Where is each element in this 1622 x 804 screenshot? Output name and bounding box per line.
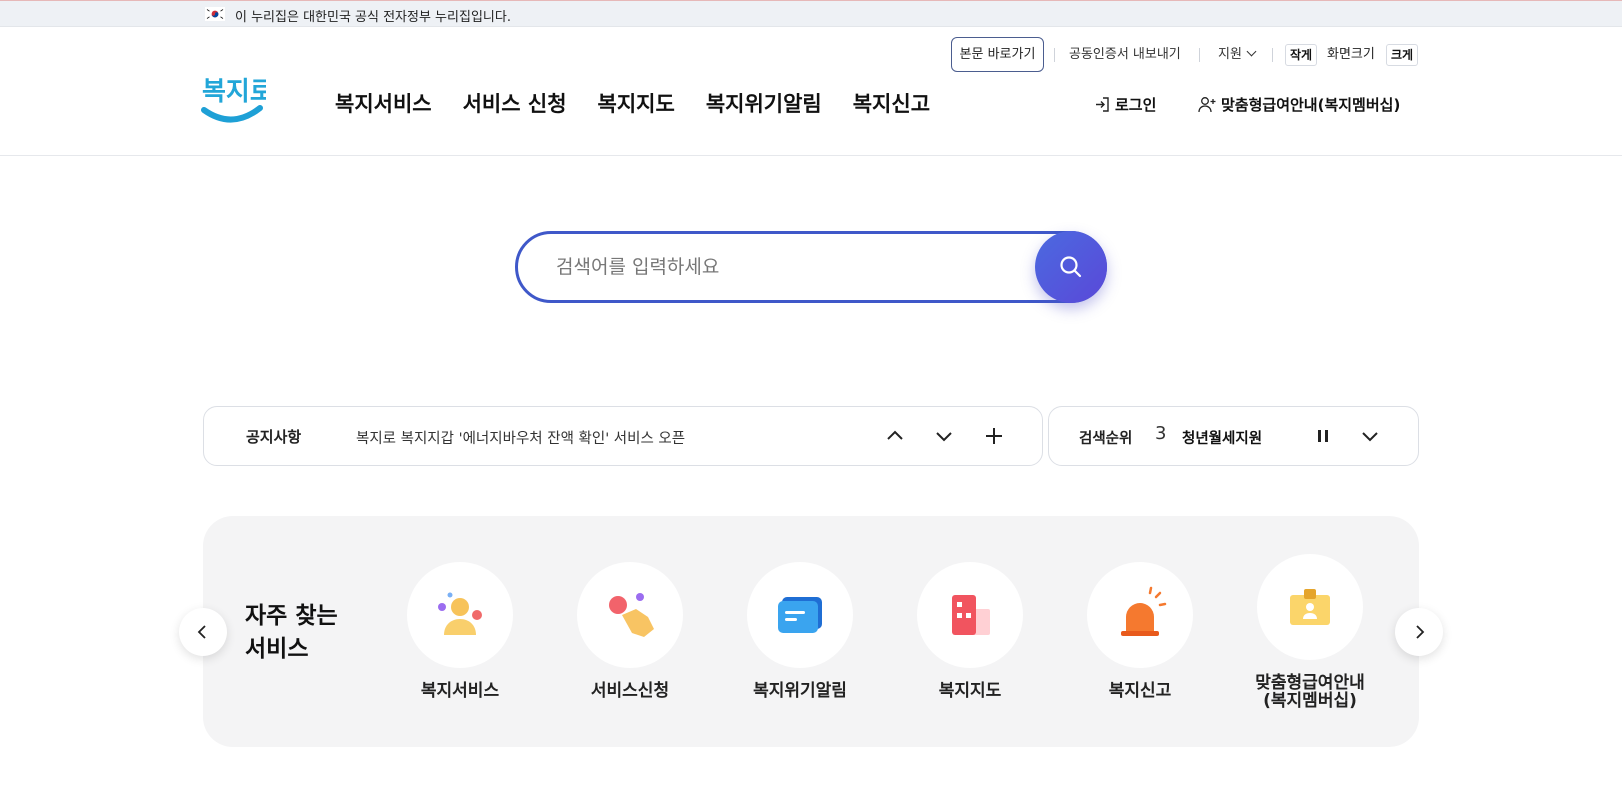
carousel-prev-button[interactable]	[179, 608, 227, 656]
favorite-icon-circle	[407, 562, 513, 668]
favorite-icon-circle	[917, 562, 1023, 668]
nav-item-service-apply[interactable]: 서비스 신청	[463, 88, 567, 118]
favorite-item-welfare-map[interactable]: 복지지도	[900, 562, 1040, 700]
frequent-services-title-line2: 서비스	[245, 636, 309, 662]
favorite-icon-circle	[1087, 562, 1193, 668]
map-building-icon	[952, 595, 990, 635]
notice-label: 공지사항	[246, 428, 302, 446]
nav-item-crisis-alert[interactable]: 복지위기알림	[706, 88, 822, 118]
chevron-left-icon	[197, 625, 206, 639]
login-label: 로그인	[1115, 96, 1157, 114]
search-rank-keyword[interactable]: 청년월세지원	[1182, 427, 1262, 448]
chevron-down-icon	[1246, 46, 1257, 57]
favorite-item-welfare-service[interactable]: 복지서비스	[390, 562, 530, 700]
membership-id-icon	[1290, 589, 1330, 625]
search-rank-number: 3	[1155, 423, 1167, 444]
favorite-label-line2: (복지멤버십)	[1263, 691, 1357, 711]
favorite-label: 복지서비스	[420, 681, 500, 701]
search-input[interactable]	[515, 231, 1107, 303]
gov-banner-text: 이 누리집은 대한민국 공식 전자정부 누리집입니다.	[235, 10, 511, 25]
nav-item-welfare-service[interactable]: 복지서비스	[335, 88, 432, 118]
utility-divider	[1272, 48, 1273, 62]
search-rank-bar: 검색순위 3 청년월세지원	[1048, 406, 1419, 466]
utility-divider	[1199, 48, 1200, 62]
nav-item-welfare-report[interactable]: 복지신고	[853, 88, 930, 118]
chevron-down-icon[interactable]	[930, 422, 958, 450]
chevron-right-icon	[1416, 625, 1425, 639]
notice-bar: 공지사항 복지로 복지지갑 '에너지바우처 잔액 확인' 서비스 오픈	[203, 406, 1043, 466]
favorite-icon-circle	[577, 562, 683, 668]
siren-icon	[1121, 586, 1167, 636]
main-nav: 복지서비스 서비스 신청 복지지도 복지위기알림 복지신고	[335, 88, 930, 118]
apply-hand-icon	[609, 593, 654, 637]
frequent-services-title-line1: 자주 찾는	[245, 603, 338, 629]
font-size-large-button[interactable]: 크게	[1386, 44, 1418, 66]
pause-icon[interactable]	[1309, 422, 1337, 450]
support-label: 지원	[1218, 47, 1242, 62]
bokjiro-logo[interactable]: 복지로	[200, 72, 266, 130]
favorite-item-service-apply[interactable]: 서비스신청	[560, 562, 700, 700]
favorite-item-membership[interactable]: 맞춤형급여안내 (복지멤버십)	[1240, 554, 1380, 710]
favorite-label: 복지지도	[938, 681, 1002, 701]
chevron-up-icon[interactable]	[881, 422, 909, 450]
login-link[interactable]: 로그인	[1094, 94, 1156, 115]
search-rank-label: 검색순위	[1079, 431, 1133, 447]
membership-link[interactable]: 맞춤형급여안내(복지멤버십)	[1198, 94, 1400, 115]
skip-to-content-button[interactable]: 본문 바로가기	[951, 37, 1044, 72]
support-dropdown[interactable]: 지원	[1218, 37, 1257, 73]
favorite-icon-circle	[747, 562, 853, 668]
utility-divider	[1054, 48, 1055, 62]
search-box	[515, 231, 1107, 303]
favorite-label: 서비스신청	[590, 681, 670, 701]
logo-text: 복지로	[202, 77, 266, 107]
chevron-down-icon[interactable]	[1356, 422, 1384, 450]
favorite-icon-circle	[1257, 554, 1363, 660]
login-icon	[1096, 97, 1109, 112]
frequent-services-title: 자주 찾는 서비스	[245, 600, 338, 666]
korea-flag-icon	[205, 7, 225, 21]
plus-icon[interactable]	[980, 422, 1008, 450]
notice-text[interactable]: 복지로 복지지갑 '에너지바우처 잔액 확인' 서비스 오픈	[356, 427, 685, 448]
search-button[interactable]	[1035, 231, 1107, 303]
favorite-label: 맞춤형급여안내 (복지멤버십)	[1240, 674, 1380, 710]
carousel-next-button[interactable]	[1395, 608, 1443, 656]
favorite-label-line1: 맞춤형급여안내	[1255, 673, 1365, 693]
font-size-small-button[interactable]: 작게	[1285, 44, 1317, 66]
gov-banner: 이 누리집은 대한민국 공식 전자정부 누리집입니다.	[0, 0, 1622, 27]
cert-export-link[interactable]: 공동인증서 내보내기	[1069, 37, 1181, 73]
favorite-item-crisis-alert[interactable]: 복지위기알림	[730, 562, 870, 700]
welfare-person-icon	[438, 592, 482, 635]
favorite-label: 복지위기알림	[753, 681, 847, 701]
search-icon	[1060, 256, 1082, 278]
add-user-icon	[1198, 97, 1216, 113]
font-size-label: 화면크기	[1327, 47, 1375, 62]
nav-item-welfare-map[interactable]: 복지지도	[598, 88, 675, 118]
favorite-item-welfare-report[interactable]: 복지신고	[1070, 562, 1210, 700]
membership-label: 맞춤형급여안내(복지멤버십)	[1221, 96, 1401, 114]
favorite-label: 복지신고	[1108, 681, 1172, 701]
header-divider	[0, 155, 1622, 156]
crisis-message-icon	[778, 597, 822, 633]
